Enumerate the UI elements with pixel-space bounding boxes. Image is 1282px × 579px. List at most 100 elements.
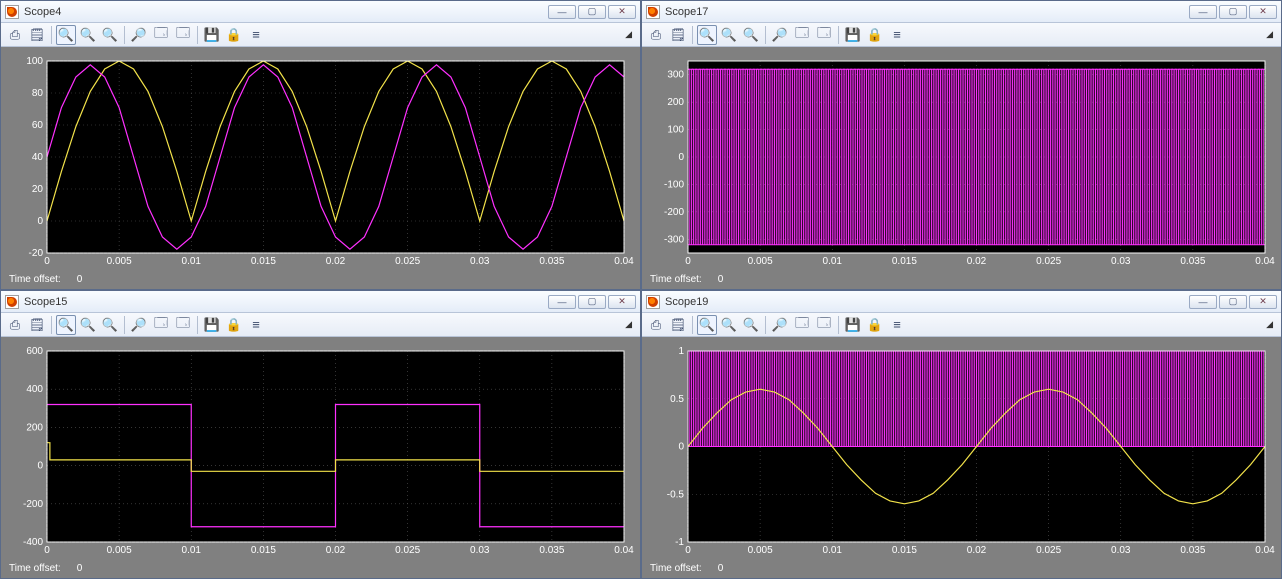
zoom-button[interactable]: 🔍: [56, 315, 76, 335]
sync-button[interactable]: ≡: [887, 25, 907, 45]
svg-text:0.04: 0.04: [1255, 545, 1275, 556]
plot-canvas[interactable]: 00.0050.010.0150.020.0250.030.0350.04-1-…: [648, 343, 1275, 560]
cfg1-button[interactable]: 🗔: [151, 25, 171, 45]
svg-text:-100: -100: [664, 179, 684, 190]
zoom-button[interactable]: 🔍: [697, 25, 717, 45]
separator: [838, 26, 839, 44]
svg-text:0.015: 0.015: [251, 545, 276, 556]
lock-button[interactable]: 🔒: [865, 315, 885, 335]
zoom-y-icon: 🔍: [102, 317, 118, 333]
zoom-y-button[interactable]: 🔍: [100, 25, 120, 45]
save-button[interactable]: 💾: [202, 25, 222, 45]
floppy-icon: 💾: [204, 27, 220, 43]
matlab-icon: [646, 295, 660, 309]
params-button[interactable]: 🗒: [668, 315, 688, 335]
sync-button[interactable]: ≡: [246, 25, 266, 45]
print-button[interactable]: ⎙: [5, 315, 25, 335]
plot-canvas[interactable]: 00.0050.010.0150.020.0250.030.0350.04-20…: [7, 53, 634, 271]
svg-text:0.025: 0.025: [395, 256, 420, 267]
svg-text:0.03: 0.03: [470, 545, 490, 556]
separator: [197, 316, 198, 334]
cfg2-button[interactable]: 🗔: [173, 315, 193, 335]
print-button[interactable]: ⎙: [646, 25, 666, 45]
close-button[interactable]: ✕: [1249, 295, 1277, 309]
zoom-x-button[interactable]: 🔍: [78, 315, 98, 335]
lock-button[interactable]: 🔒: [224, 25, 244, 45]
titlebar[interactable]: Scope4 — ▢ ✕: [1, 1, 640, 23]
maximize-button[interactable]: ▢: [578, 5, 606, 19]
close-button[interactable]: ✕: [1249, 5, 1277, 19]
save-button[interactable]: 💾: [843, 315, 863, 335]
minimize-button[interactable]: —: [1189, 5, 1217, 19]
toolbar-overflow-button[interactable]: ◢: [1266, 319, 1277, 330]
print-button[interactable]: ⎙: [646, 315, 666, 335]
autoscale-button[interactable]: 🔎: [770, 25, 790, 45]
sync-button[interactable]: ≡: [887, 315, 907, 335]
zoom-x-button[interactable]: 🔍: [719, 25, 739, 45]
lock-button[interactable]: 🔒: [865, 25, 885, 45]
autoscale-button[interactable]: 🔎: [129, 315, 149, 335]
sync-icon: ≡: [252, 317, 260, 332]
svg-text:0: 0: [44, 256, 50, 267]
zoom-y-button[interactable]: 🔍: [100, 315, 120, 335]
params-icon: 🗒: [29, 317, 46, 333]
cfg2-button[interactable]: 🗔: [814, 315, 834, 335]
separator: [124, 316, 125, 334]
cfg1-button[interactable]: 🗔: [151, 315, 171, 335]
toolbar: ⎙ 🗒 🔍 🔍 🔍 🔎 🗔 🗔 💾 🔒 ≡ ◢: [642, 23, 1281, 47]
plot-canvas[interactable]: 00.0050.010.0150.020.0250.030.0350.04-30…: [648, 53, 1275, 271]
zoom-x-button[interactable]: 🔍: [78, 25, 98, 45]
close-button[interactable]: ✕: [608, 295, 636, 309]
sync-icon: ≡: [893, 27, 901, 42]
save-button[interactable]: 💾: [202, 315, 222, 335]
close-button[interactable]: ✕: [608, 5, 636, 19]
params-button[interactable]: 🗒: [27, 25, 47, 45]
zoom-button[interactable]: 🔍: [697, 315, 717, 335]
toolbar-overflow-button[interactable]: ◢: [625, 29, 636, 40]
cfg2-button[interactable]: 🗔: [814, 25, 834, 45]
maximize-button[interactable]: ▢: [1219, 295, 1247, 309]
titlebar[interactable]: Scope19 — ▢ ✕: [642, 291, 1281, 313]
autoscale-button[interactable]: 🔎: [770, 315, 790, 335]
svg-text:200: 200: [26, 422, 43, 433]
svg-text:-400: -400: [23, 537, 43, 548]
svg-text:0.02: 0.02: [326, 256, 346, 267]
svg-text:0.015: 0.015: [892, 256, 917, 267]
minimize-button[interactable]: —: [548, 5, 576, 19]
params-button[interactable]: 🗒: [27, 315, 47, 335]
window-title: Scope17: [665, 6, 708, 18]
titlebar[interactable]: Scope17 — ▢ ✕: [642, 1, 1281, 23]
print-button[interactable]: ⎙: [5, 25, 25, 45]
cfg2-icon: 🗔: [176, 24, 190, 46]
zoom-x-button[interactable]: 🔍: [719, 315, 739, 335]
autoscale-button[interactable]: 🔎: [129, 25, 149, 45]
svg-text:0.04: 0.04: [614, 545, 634, 556]
maximize-button[interactable]: ▢: [1219, 5, 1247, 19]
params-icon: 🗒: [29, 27, 46, 43]
svg-text:0.01: 0.01: [823, 256, 843, 267]
cfg1-button[interactable]: 🗔: [792, 315, 812, 335]
lock-button[interactable]: 🔒: [224, 315, 244, 335]
zoom-y-button[interactable]: 🔍: [741, 315, 761, 335]
separator: [765, 26, 766, 44]
zoom-button[interactable]: 🔍: [56, 25, 76, 45]
cfg2-button[interactable]: 🗔: [173, 25, 193, 45]
zoom-y-button[interactable]: 🔍: [741, 25, 761, 45]
toolbar-overflow-button[interactable]: ◢: [625, 319, 636, 330]
minimize-button[interactable]: —: [548, 295, 576, 309]
cfg1-button[interactable]: 🗔: [792, 25, 812, 45]
svg-text:0: 0: [44, 545, 50, 556]
plot-canvas[interactable]: 00.0050.010.0150.020.0250.030.0350.04-40…: [7, 343, 634, 560]
lock-icon: 🔒: [867, 27, 883, 43]
sync-button[interactable]: ≡: [246, 315, 266, 335]
save-button[interactable]: 💾: [843, 25, 863, 45]
svg-text:0.01: 0.01: [182, 256, 202, 267]
minimize-button[interactable]: —: [1189, 295, 1217, 309]
params-button[interactable]: 🗒: [668, 25, 688, 45]
toolbar-overflow-button[interactable]: ◢: [1266, 29, 1277, 40]
time-offset-value: 0: [73, 274, 83, 285]
zoom-icon: 🔍: [699, 317, 715, 333]
titlebar[interactable]: Scope15 — ▢ ✕: [1, 291, 640, 313]
maximize-button[interactable]: ▢: [578, 295, 606, 309]
status-bar: Time offset: 0: [648, 560, 1275, 576]
